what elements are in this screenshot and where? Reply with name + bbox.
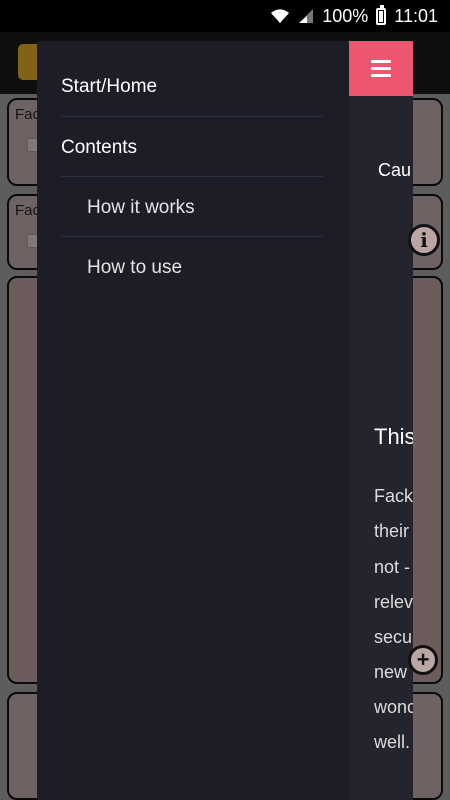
drawer-menu: Start/Home Contents How it works How to … — [37, 41, 349, 800]
hamburger-icon — [371, 60, 391, 63]
signal-icon — [298, 8, 314, 24]
paragraph-line: wonc — [374, 697, 413, 717]
clock: 11:01 — [394, 5, 438, 26]
wifi-icon — [270, 7, 290, 25]
info-icon[interactable]: i — [408, 224, 440, 256]
hamburger-menu-button[interactable] — [349, 41, 413, 96]
paragraph-line: relev — [374, 592, 413, 612]
content-peek: Cau This Fack their not - relev secu new… — [349, 41, 413, 800]
battery-percent: 100% — [322, 5, 369, 26]
navigation-drawer: Start/Home Contents How it works How to … — [37, 41, 413, 800]
paragraph-line: not - — [374, 557, 411, 577]
menu-item-start-home[interactable]: Start/Home — [61, 76, 157, 98]
paragraph-line: Fack — [374, 486, 413, 506]
menu-item-how-it-works[interactable]: How it works — [87, 197, 195, 219]
status-bar: 100% 11:01 — [0, 0, 450, 32]
menu-divider — [61, 116, 323, 117]
menu-item-contents[interactable]: Contents — [61, 137, 137, 159]
paragraph-line: new — [374, 662, 408, 682]
menu-item-how-to-use[interactable]: How to use — [87, 257, 182, 279]
paragraph-line: well. — [374, 732, 411, 752]
paragraph-line: secu — [374, 627, 413, 647]
content-heading: This — [374, 424, 413, 449]
app-screen: 100% 11:01 Fac Fac Start/Home Contents H… — [0, 0, 450, 800]
paragraph-line: their — [374, 521, 410, 541]
menu-divider — [61, 236, 323, 237]
menu-divider — [61, 176, 323, 177]
cause-button-label[interactable]: Cau — [378, 160, 411, 181]
add-icon[interactable]: + — [408, 645, 438, 675]
battery-icon — [376, 4, 387, 25]
